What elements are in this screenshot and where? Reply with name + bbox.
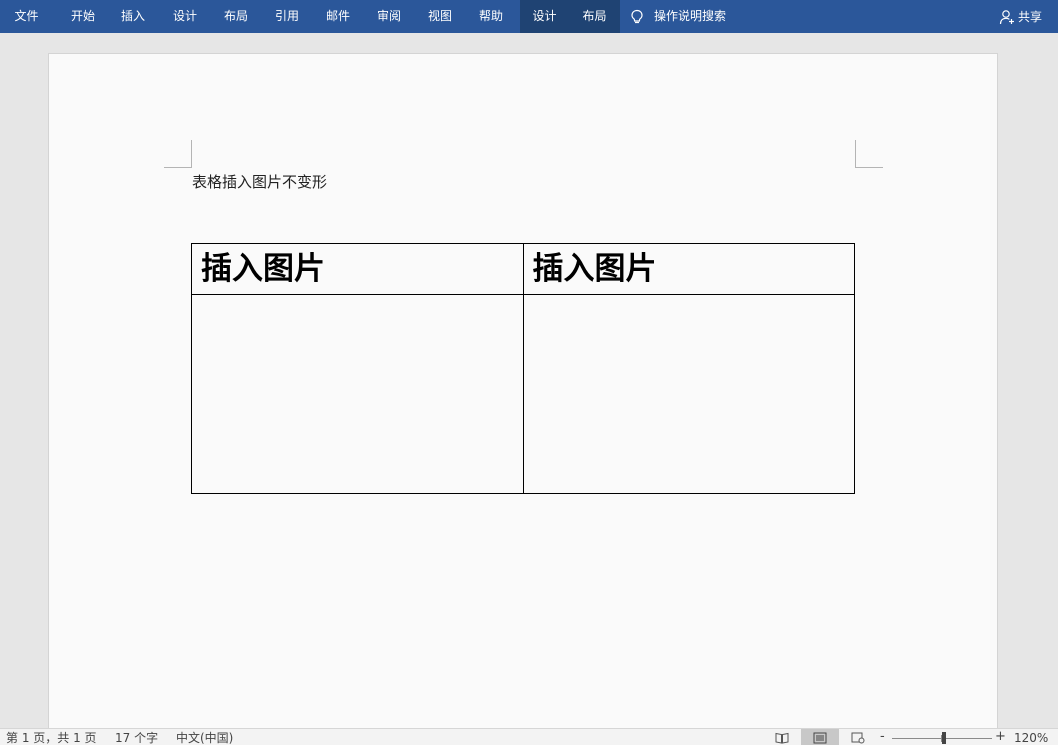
tab-view[interactable]: 视图	[415, 0, 465, 33]
page-count[interactable]: 第 1 页，共 1 页	[6, 730, 97, 745]
status-bar: 第 1 页，共 1 页 17 个字 中文(中国) - + 120%	[0, 728, 1058, 745]
share-button[interactable]: 共享	[999, 0, 1042, 33]
table-row	[191, 294, 855, 494]
tab-review[interactable]: 审阅	[364, 0, 414, 33]
tell-me-search[interactable]: 操作说明搜索	[630, 0, 726, 33]
print-layout-button[interactable]	[801, 729, 839, 745]
tab-references[interactable]: 引用	[262, 0, 312, 33]
web-layout-icon	[851, 732, 865, 743]
tab-mailings[interactable]: 邮件	[313, 0, 363, 33]
document-page[interactable]: 表格插入图片不变形 插入图片 插入图片	[48, 53, 998, 728]
crop-mark-top-left	[164, 140, 192, 168]
person-add-icon	[999, 9, 1014, 24]
tab-table-design[interactable]: 设计	[520, 0, 569, 33]
share-label: 共享	[1017, 10, 1042, 24]
tab-design[interactable]: 设计	[160, 0, 210, 33]
document-paragraph[interactable]: 表格插入图片不变形	[192, 171, 327, 192]
read-mode-button[interactable]	[763, 729, 801, 745]
language-indicator[interactable]: 中文(中国)	[176, 730, 233, 745]
search-label: 操作说明搜索	[654, 9, 727, 23]
zoom-out-button[interactable]: -	[880, 729, 885, 745]
table-cell[interactable]	[522, 294, 855, 494]
print-layout-icon	[813, 732, 827, 743]
tab-home[interactable]: 开始	[58, 0, 108, 33]
table-cell[interactable]	[191, 294, 524, 494]
tab-layout[interactable]: 布局	[211, 0, 261, 33]
crop-mark-top-right	[855, 140, 883, 168]
document-table[interactable]: 插入图片 插入图片	[191, 243, 855, 494]
tab-insert[interactable]: 插入	[108, 0, 158, 33]
web-layout-button[interactable]	[839, 729, 877, 745]
document-canvas[interactable]: 表格插入图片不变形 插入图片 插入图片	[0, 33, 1058, 728]
word-count[interactable]: 17 个字	[115, 730, 158, 745]
tab-help[interactable]: 帮助	[466, 0, 516, 33]
tab-file[interactable]: 文件	[0, 0, 53, 33]
table-row: 插入图片 插入图片	[191, 243, 855, 295]
table-cell[interactable]: 插入图片	[191, 243, 524, 295]
ribbon-tab-bar: 文件 开始 插入 设计 布局 引用 邮件 审阅 视图 帮助 设计 布局 操作说明…	[0, 0, 1058, 33]
zoom-slider-thumb[interactable]	[942, 732, 946, 744]
zoom-in-button[interactable]: +	[995, 729, 1006, 745]
zoom-level[interactable]: 120%	[1014, 730, 1048, 745]
tab-table-layout[interactable]: 布局	[569, 0, 620, 33]
book-icon	[775, 732, 789, 744]
table-cell[interactable]: 插入图片	[522, 243, 855, 295]
lightbulb-icon	[631, 9, 643, 23]
